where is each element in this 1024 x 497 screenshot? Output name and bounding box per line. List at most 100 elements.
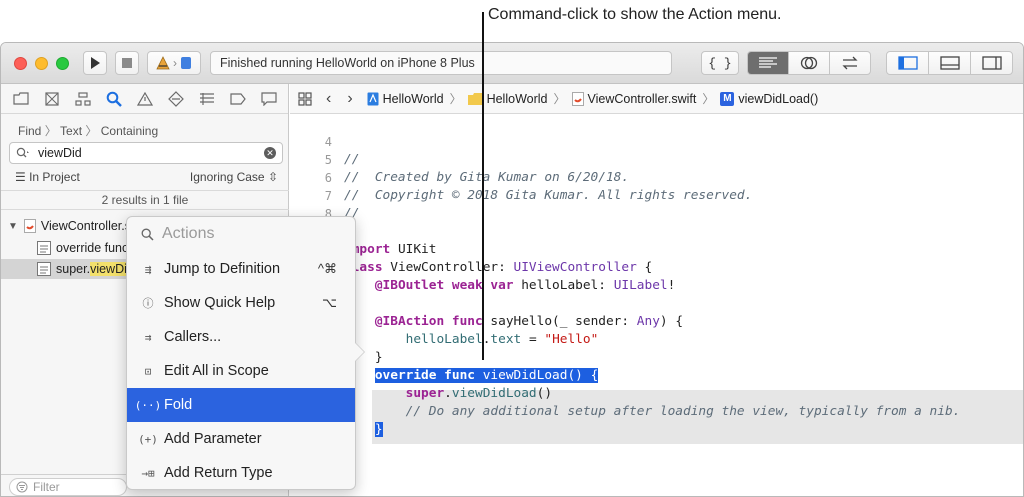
toggle-navigator-button[interactable] — [887, 52, 929, 74]
find-mode-containing[interactable]: Containing — [101, 124, 158, 138]
close-window-button[interactable] — [14, 57, 27, 70]
menu-item-jump-to-definition[interactable]: ⇶ Jump to Definition ^⌘ — [127, 252, 355, 286]
version-editor-button[interactable] — [830, 52, 870, 74]
toolbar: › Finished running HelloWorld on iPhone … — [1, 43, 1023, 84]
add-return-type-icon: →⊞ — [141, 466, 155, 480]
test-diamond-icon[interactable] — [167, 90, 185, 108]
issue-warning-icon[interactable] — [136, 90, 154, 108]
jump-bar: ‹ › HelloWorld 〉 HelloWorld 〉 ViewContro… — [290, 84, 1023, 114]
disclosure-triangle-icon[interactable]: ▼ — [8, 221, 18, 232]
find-mode-breadcrumb[interactable]: Find 〉 Text 〉 Containing — [18, 122, 158, 139]
find-mode-find[interactable]: Find — [18, 124, 41, 138]
inspector-panel-icon — [981, 56, 1002, 70]
folder-icon[interactable] — [12, 90, 30, 108]
breadcrumb-file[interactable]: ViewController.swift — [571, 91, 697, 106]
case-mode-label: Ignoring Case — [189, 170, 265, 184]
clear-search-icon[interactable]: ✕ — [264, 147, 276, 159]
menu-item-label: Fold — [164, 397, 193, 413]
method-icon: M — [720, 91, 735, 106]
callout-leader-line — [482, 12, 484, 360]
menu-item-add-return-type[interactable]: →⊞ Add Return Type — [127, 456, 355, 490]
menu-item-add-parameter[interactable]: (+) Add Parameter — [127, 422, 355, 456]
menu-item-label: Add Return Type — [164, 465, 273, 481]
chevron-right-icon: 〉 — [702, 92, 715, 106]
source-editor[interactable]: 4 // 5 // Created by Gita Kumar on 6/20/… — [290, 115, 1023, 496]
popover-arrow — [355, 343, 364, 361]
device-icon — [181, 57, 191, 69]
scheme-selector[interactable]: › — [147, 51, 201, 75]
folder-icon — [467, 92, 483, 105]
code-line: 5 // Created by Gita Kumar on 6/20/18. — [290, 133, 1023, 185]
menu-item-label: Edit All in Scope — [164, 363, 269, 379]
filter-icon — [16, 481, 28, 492]
debug-panel-icon — [939, 56, 960, 70]
report-bubble-icon[interactable] — [260, 90, 278, 108]
symbol-hierarchy-icon[interactable] — [74, 90, 92, 108]
zoom-window-button[interactable] — [56, 57, 69, 70]
filter-input[interactable]: Filter — [9, 477, 127, 496]
version-arrows-icon — [842, 56, 858, 70]
library-button[interactable]: { } — [701, 51, 739, 75]
navigator-panel-icon — [897, 56, 918, 70]
menu-item-callers[interactable]: ⇉ Callers... — [127, 320, 355, 354]
text-lines-icon — [759, 57, 777, 68]
search-icon[interactable] — [105, 90, 123, 108]
editor-mode-segmented-control — [747, 51, 871, 75]
actions-search-input[interactable]: Actions — [127, 217, 355, 251]
menu-item-shortcut: ⌥ — [322, 295, 337, 310]
forward-arrow-icon[interactable]: › — [347, 90, 352, 108]
menu-item-label: Show Quick Help — [164, 295, 276, 311]
scope-selector[interactable]: ☰ In Project — [15, 170, 80, 184]
code-line: @IBOutlet weak var helloLabel: UILabel! — [290, 259, 1023, 293]
scope-lines-icon: ☰ — [15, 170, 30, 184]
find-mode-text[interactable]: Text — [60, 124, 82, 138]
search-scope-row: ☰ In Project Ignoring Case ⇳ — [15, 170, 278, 184]
results-count: 2 results in 1 file — [1, 190, 289, 210]
filter-placeholder: Filter — [33, 479, 60, 494]
breadcrumb-project[interactable]: HelloWorld — [367, 92, 444, 106]
actions-placeholder: Actions — [162, 225, 215, 242]
text-line-icon — [37, 262, 51, 276]
code-line: 6 // Copyright © 2018 Gita Kumar. All ri… — [290, 151, 1023, 203]
swift-file-icon — [23, 219, 36, 233]
menu-item-show-quick-help[interactable]: ⓘ Show Quick Help ⌥ — [127, 286, 355, 320]
code-line: class ViewController: UIViewController { — [290, 241, 1023, 275]
navigator-selector-bar — [1, 84, 288, 114]
chevron-right-icon: 〉 — [449, 92, 462, 106]
assistant-editor-button[interactable] — [789, 52, 830, 74]
standard-editor-button[interactable] — [748, 52, 789, 74]
code-line: 7 // — [290, 169, 1023, 221]
menu-item-shortcut: ^⌘ — [317, 261, 337, 276]
minimize-window-button[interactable] — [35, 57, 48, 70]
breadcrumb-method[interactable]: M viewDidLoad() — [720, 91, 818, 106]
toggle-debug-area-button[interactable] — [929, 52, 971, 74]
result-line-text: override func — [56, 241, 129, 255]
code-line: 8 — [290, 187, 1023, 221]
callers-icon: ⇉ — [144, 330, 152, 344]
chevron-right-icon: › — [173, 56, 177, 70]
source-control-icon[interactable] — [43, 90, 61, 108]
debug-gauge-icon[interactable] — [198, 90, 216, 108]
case-mode-selector[interactable]: Ignoring Case ⇳ — [190, 170, 278, 184]
menu-item-label: Jump to Definition — [164, 261, 281, 277]
breadcrumb-group[interactable]: HelloWorld — [467, 92, 547, 106]
related-items-grid-icon[interactable] — [298, 91, 312, 106]
help-icon: ⓘ — [142, 297, 154, 310]
project-icon — [367, 92, 379, 105]
back-arrow-icon[interactable]: ‹ — [326, 90, 331, 108]
menu-item-label: Callers... — [164, 329, 222, 345]
code-line: override func viewDidLoad() { — [290, 349, 1023, 383]
stop-button[interactable] — [115, 51, 139, 75]
menu-item-fold[interactable]: (··) Fold — [127, 388, 355, 422]
app-scheme-icon — [156, 56, 170, 70]
run-button[interactable] — [83, 51, 107, 75]
menu-item-label: Add Parameter — [164, 431, 262, 447]
breadcrumb-file-label: ViewController.swift — [587, 91, 697, 106]
toggle-inspector-button[interactable] — [971, 52, 1012, 74]
jump-icon: ⇶ — [144, 262, 152, 276]
find-search-input[interactable]: viewDid ✕ — [9, 142, 283, 164]
breadcrumb-project-label: HelloWorld — [382, 91, 444, 106]
stop-icon — [122, 58, 132, 68]
menu-item-edit-all-in-scope[interactable]: ⊡ Edit All in Scope — [127, 354, 355, 388]
breakpoint-icon[interactable] — [229, 90, 247, 108]
